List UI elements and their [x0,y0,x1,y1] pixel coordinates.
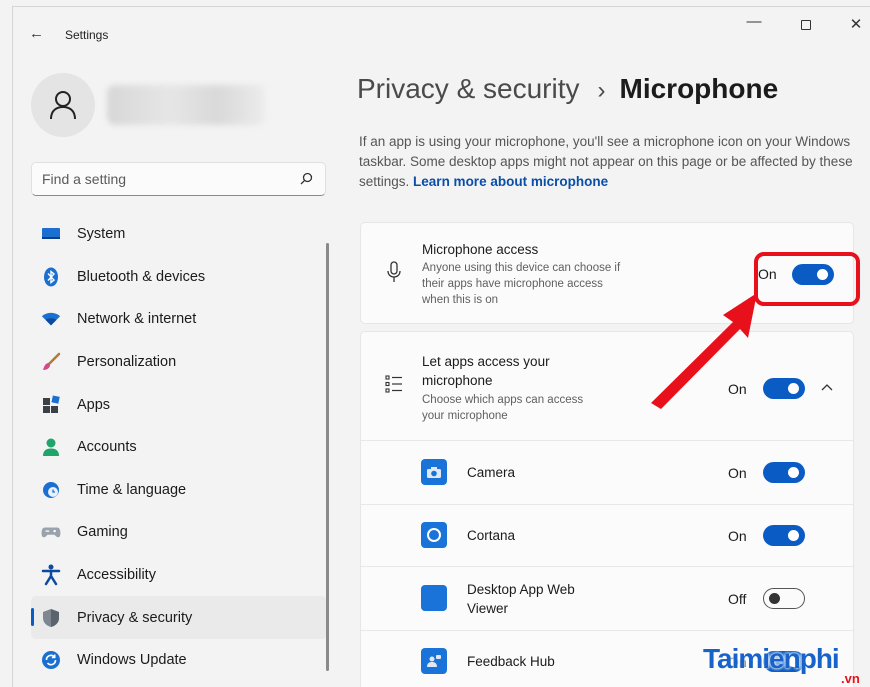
sidebar-item-personalization[interactable]: Personalization [31,341,327,384]
microphone-access-subtitle-1: Anyone using this device can choose if [422,262,621,274]
microphone-access-title: Microphone access [422,242,539,257]
sidebar-item-label: Personalization [77,354,177,371]
divider [361,566,853,567]
sidebar-item-windows-update[interactable]: Windows Update [31,639,327,682]
bluetooth-icon [41,267,61,287]
let-apps-toggle[interactable] [763,378,805,399]
feedback-icon [421,648,447,674]
let-apps-title-2: microphone [422,373,493,388]
sidebar-item-label: Gaming [77,524,128,541]
app-name-cortana: Cortana [467,528,516,543]
sidebar-item-accessibility[interactable]: Accessibility [31,554,327,597]
sidebar-item-label: Time & language [77,481,187,498]
sidebar-item-privacy-security[interactable]: Privacy & security [31,596,327,639]
cortana-state: On [728,528,747,544]
app-name-web-viewer-2: Viewer [467,601,509,616]
let-apps-title-1: Let apps access your [422,354,550,369]
annotation-arrow-icon [651,293,757,409]
list-icon [385,375,402,393]
web-viewer-state: Off [728,591,747,607]
microphone-access-subtitle-2: their apps have microphone access [422,278,603,290]
sidebar-item-gaming[interactable]: Gaming [31,511,327,554]
gamepad-icon [41,522,61,542]
app-name-feedback-hub: Feedback Hub [467,654,555,669]
person-icon [50,91,76,120]
accessibility-icon [41,564,61,586]
app-name-camera: Camera [467,465,516,480]
monitor-icon [41,224,61,244]
divider [361,630,853,631]
cortana-icon [421,522,447,548]
sidebar-item-label: Privacy & security [77,609,193,626]
sidebar-item-system[interactable]: System [31,213,327,256]
page-description: If an app is using your microphone, you'… [359,132,859,192]
web-viewer-toggle[interactable] [763,588,805,609]
shield-icon [41,608,61,628]
search-icon[interactable] [300,172,313,185]
sidebar-item-label: System [77,226,126,243]
chevron-up-icon[interactable] [821,383,833,391]
microphone-icon [387,261,401,282]
breadcrumb: Privacy & security › Microphone [357,73,778,105]
page-title: Microphone [619,73,779,104]
let-apps-subtitle-1: Choose which apps can access [422,394,584,406]
learn-more-link[interactable]: Learn more about microphone [413,174,608,189]
microphone-access-subtitle-3: when this is on [422,294,499,306]
web-viewer-icon [421,585,447,611]
user-name-blurred [107,85,265,125]
sidebar-nav: System Bluetooth & devices Network & int… [31,213,327,682]
app-name-web-viewer-1: Desktop App Web [467,582,575,597]
divider [361,440,853,441]
sidebar-item-bluetooth[interactable]: Bluetooth & devices [31,256,327,299]
close-button[interactable]: ✕ [841,15,870,33]
maximize-button[interactable] [791,17,821,34]
watermark-logo: Taimienphi [703,643,840,674]
brush-icon [41,352,61,372]
minimize-button[interactable]: — [739,13,769,30]
apps-icon [41,395,61,415]
breadcrumb-separator: › [597,77,606,104]
search-box[interactable] [31,162,326,196]
app-title: Settings [65,28,109,42]
let-apps-subtitle-2: your microphone [422,410,508,422]
cortana-toggle[interactable] [763,525,805,546]
sidebar-item-label: Windows Update [77,652,187,669]
search-input[interactable] [42,163,292,195]
maximize-icon [801,20,811,30]
settings-window: ← Settings — ✕ System Bl [12,6,870,687]
sidebar-item-time-language[interactable]: Time & language [31,469,327,512]
avatar[interactable] [31,73,95,137]
breadcrumb-parent[interactable]: Privacy & security [357,73,580,104]
camera-state: On [728,465,747,481]
sidebar-item-network[interactable]: Network & internet [31,298,327,341]
person-icon [41,437,61,457]
sidebar-item-label: Apps [77,396,111,413]
update-icon [41,650,61,670]
sidebar-scrollbar[interactable] [326,243,329,671]
app-access-card: Let apps access your microphone Choose w… [360,331,854,687]
sidebar-item-label: Accounts [77,439,137,456]
title-bar: ← Settings — ✕ [13,7,870,51]
sidebar-item-label: Accessibility [77,567,156,584]
sidebar-item-label: Bluetooth & devices [77,268,206,285]
camera-icon [421,459,447,485]
active-indicator [31,608,34,627]
watermark-suffix: .vn [841,671,860,686]
camera-toggle[interactable] [763,462,805,483]
sidebar-item-apps[interactable]: Apps [31,383,327,426]
globe-clock-icon [41,480,61,500]
sidebar-item-label: Network & internet [77,311,197,328]
divider [361,504,853,505]
back-arrow-icon[interactable]: ← [29,25,44,42]
wifi-icon [41,309,61,329]
highlight-box [754,252,860,306]
sidebar-item-accounts[interactable]: Accounts [31,426,327,469]
